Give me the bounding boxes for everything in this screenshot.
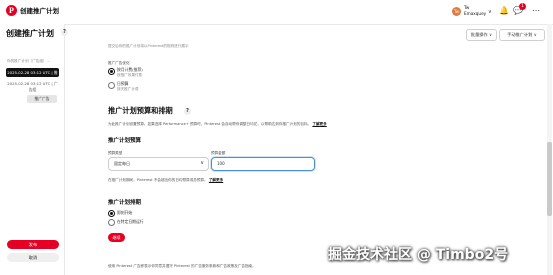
pinterest-logo-icon[interactable]: P [6,5,17,16]
section-desc: 为此推广计划设置预算。如果选择 Performance+ 预算时，Pintere… [108,122,327,127]
budget-note-text: 在推广计划期间，Pinterest 不会超出你的日均预算或总预算。 [108,178,208,182]
section-title: 推广计划预算和排期 [108,106,173,115]
budget-subtitle: 推广计划预算 [108,138,142,144]
scroll-thumb[interactable] [547,142,552,216]
bulk-ops-label: 批量操作 [470,32,488,37]
specific-date-radio[interactable] [108,219,115,226]
cancel-button[interactable]: 取消 [7,253,59,262]
chevron-down-icon: ∨ [200,160,204,166]
budget-amount-input[interactable]: 100 [211,157,315,171]
footer-terms: 使用 Pinterest 广告即表示你同意并遵守 Pinterest 的广告服务… [108,264,256,268]
budget-type-value: 固定每日 [114,161,130,166]
budget-type-select[interactable]: 固定每日 ∨ [108,157,209,171]
section-desc-text: 为此推广计划设置预算。如果选择 Performance+ 预算时，Pintere… [108,122,312,126]
bell-icon[interactable]: 🔔 [498,5,510,17]
budget-amount-value: 100 [217,161,225,166]
monthly-billing-radio[interactable] [108,68,115,75]
daily-budget-radio[interactable] [108,82,115,89]
app-title: 创建推广计划 [20,7,59,15]
top-hint: 提交后你的推广计划将以Pinterest的规则进行展示 [108,44,189,48]
user-account[interactable]: Tw Emaxquey [464,5,486,16]
manual-campaign-button[interactable]: 手动推广计划 ∨ [499,29,545,41]
budget-amount-label: 预算金额 [211,151,226,155]
manual-campaign-label: 手动推广计划 [507,32,533,37]
start-now-label: 即刻开始 [117,210,133,215]
help-icon[interactable]: ? [61,29,68,36]
specific-date-label: 在特定日期运行 [117,219,144,224]
budget-note: 在推广计划期间，Pinterest 不会超出你的日均预算或总预算。 了解更多 [108,178,223,183]
schedule-note: 你的推广计划（广告组）... [7,59,50,63]
watermark: 掘金技术社区 @ Timbo2号 [328,247,509,263]
page-title: 创建推广计划 [6,29,54,38]
section-help-icon[interactable]: ? [184,108,191,115]
learn-more-link-2[interactable]: 了解更多 [209,178,223,182]
account-name: Emaxquey [464,10,487,16]
scrollbar[interactable] [547,24,552,275]
promote-ads-button[interactable]: 推广广告 [27,95,57,103]
more-icon[interactable]: ⋯ [530,5,542,17]
start-now-radio[interactable] [108,210,115,217]
learn-more-link[interactable]: 了解更多 [312,122,326,126]
next-button[interactable]: 继续 [108,233,125,242]
schedule-item-adgroup[interactable]: 2025-02-28 03:12 UTC | 广告组 [6,81,59,93]
budget-optimization-label: 推广广告优化 [108,61,130,65]
chevron-down-icon[interactable]: ∨ [488,9,492,15]
option1-desc: 按推广效果付费 [117,73,143,77]
publish-button[interactable]: 发布 [7,240,59,249]
bulk-ops-button[interactable]: 批量操作 ∨ [466,29,497,41]
option2-desc: 按天推广计费 [117,87,139,91]
budget-type-label: 预算类型 [108,151,123,155]
schedule-subtitle: 推广计划排期 [108,200,142,206]
schedule-item-campaign[interactable]: 2025-02-28 03:12 UTC | 推广计划 [6,68,59,84]
avatar[interactable]: Tw [452,7,461,16]
notification-badge: 1 [519,3,526,10]
